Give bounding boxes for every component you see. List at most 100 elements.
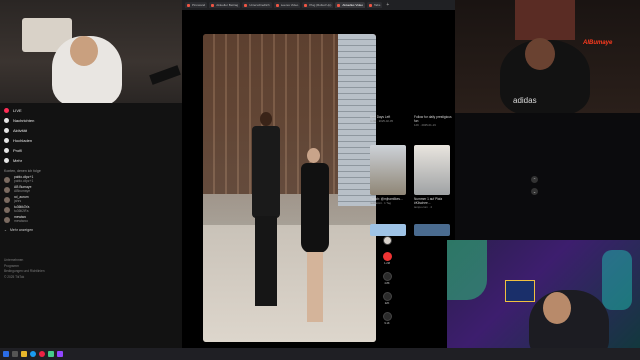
more-icon <box>4 157 9 163</box>
browser-tab[interactable]: Tabs <box>366 2 383 8</box>
webcam-top-left <box>0 0 182 103</box>
scroll-up-button[interactable]: ⌃ <box>531 176 538 183</box>
suggestion-meta: 4.2M · 2025-02-05 <box>370 119 394 123</box>
footer-link[interactable]: Bedingungen und Richtlinien <box>4 269 45 275</box>
favicon-icon <box>368 3 372 7</box>
taskbar <box>0 348 640 360</box>
browser-tab[interactable]: Pinnwand <box>185 2 208 8</box>
folder-icon[interactable] <box>21 351 27 357</box>
upload-icon <box>4 137 9 143</box>
action-count: 9.1K <box>384 322 390 325</box>
suggestion-item[interactable]: Und Days Left 4.2M · 2025-02-05 <box>370 115 408 123</box>
new-tab-button[interactable]: + <box>386 2 389 8</box>
twitch-icon[interactable] <box>57 351 63 357</box>
nav-list: LIVE Nachrichten Aktivität Hochladen Profil M… <box>0 103 182 165</box>
following-item[interactable]: xd_aurum jahrs <box>0 195 182 205</box>
avatar <box>4 177 10 183</box>
browser-tab[interactable]: Unterschiedlich <box>242 2 272 8</box>
following-handle: pablo.clipz+1 <box>14 179 34 183</box>
tab-label: Aktueller Beitrag <box>216 3 239 7</box>
scroll-down-button[interactable]: ⌄ <box>531 188 538 195</box>
monitor <box>505 280 535 302</box>
nav-item-profil[interactable]: Profil <box>0 145 182 155</box>
following-list: pablo.clipz+1 pablo.clipz+1 AB Bumaye ABbum… <box>0 175 182 225</box>
nav-item-live[interactable]: LIVE <box>0 105 182 115</box>
browser-tab[interactable]: Leeres Video <box>273 2 301 8</box>
search-icon[interactable] <box>12 351 18 357</box>
video-player[interactable] <box>203 34 376 342</box>
tab-label: Pinnwand <box>192 3 206 7</box>
avatar <box>4 197 10 203</box>
suggestion-thumbnail[interactable] <box>414 145 450 195</box>
suggestion-item[interactable]: Twitch: @mjhamllkes... nekitsimit · 1 Ta… <box>370 197 408 205</box>
nav-item-hochladen[interactable]: Hochladen <box>0 135 182 145</box>
edge-icon[interactable] <box>30 351 36 357</box>
browser-tab[interactable]: Aktuelles Video <box>335 2 365 8</box>
message-icon <box>4 117 9 123</box>
scroll-arrows: ⌃ ⌄ <box>531 176 538 195</box>
video-man <box>246 112 286 312</box>
nav-label: Hochladen <box>13 137 33 143</box>
following-handle: ABbumaye <box>14 189 31 193</box>
suggestion-thumbnail[interactable] <box>370 224 406 236</box>
nav-item-aktivität[interactable]: Aktivität <box>0 125 182 135</box>
footer-links: Unternehmen Programm Bedingungen und Richt… <box>4 258 45 280</box>
favicon-icon <box>304 3 308 7</box>
bell-icon <box>4 127 9 133</box>
following-item[interactable]: mewtwo mewtwoo <box>0 215 182 225</box>
footer-link[interactable]: © 2025 TikTok <box>4 275 45 281</box>
avatar <box>4 187 10 193</box>
start-icon[interactable] <box>3 351 9 357</box>
suggestion-title: Follow for daily prestigious fun <box>414 115 452 123</box>
favicon-icon <box>244 3 248 7</box>
favicon-icon <box>337 3 341 7</box>
nav-item-nachrichten[interactable]: Nachrichten <box>0 115 182 125</box>
comment-button[interactable] <box>382 272 392 281</box>
chrome-icon[interactable] <box>39 351 45 357</box>
streamer-left-face <box>70 36 98 66</box>
suggestion-meta: 12K · 2025-01-19 <box>414 123 436 127</box>
nav-label: LIVE <box>13 107 22 113</box>
tab-label: Tabs <box>373 3 381 7</box>
webcam-bottom-right <box>447 240 640 360</box>
poster <box>515 0 575 40</box>
nav-label: Nachrichten <box>13 117 35 123</box>
creator-avatar[interactable] <box>382 236 392 245</box>
webcam-top-right: adidas <box>455 0 640 113</box>
favicon-icon <box>211 3 215 7</box>
following-item[interactable]: AB Bumaye ABbumaye <box>0 185 182 195</box>
share-button[interactable] <box>382 312 392 321</box>
suggestion-thumbnail[interactable] <box>414 224 450 236</box>
brand-logo: AlBumaye <box>583 40 613 46</box>
following-handle: jahrs <box>14 199 22 203</box>
suggestion-item[interactable]: Nummer 1 auf Platz #Klischee... tempo.co… <box>414 197 452 209</box>
browser-tab[interactable]: Plug (Rolled Up) <box>302 2 334 8</box>
streamer-bottom-face <box>543 292 571 324</box>
tab-label: Plug (Rolled Up) <box>309 3 332 7</box>
following-handle: tu36ti2iFa <box>14 209 29 213</box>
show-more-label: Mehr anzeigen <box>9 227 34 232</box>
nav-label: Mehr <box>13 157 23 163</box>
nav-label: Aktivität <box>13 127 28 133</box>
suggestion-item[interactable]: Follow for daily prestigious fun 12K · 2… <box>414 115 452 127</box>
video-woman <box>295 148 335 328</box>
following-item[interactable]: tu36tik3Ya tu36ti2iFa <box>0 205 182 215</box>
browser-tab[interactable]: Aktueller Beitrag <box>209 2 241 8</box>
action-count: 22K <box>384 302 390 305</box>
following-item[interactable]: pablo.clipz+1 pablo.clipz+1 <box>0 175 182 185</box>
like-button[interactable] <box>382 252 392 261</box>
app-icon[interactable] <box>48 351 54 357</box>
chevron-down-icon: ⌄ <box>4 227 7 232</box>
suggestion-thumbnail[interactable] <box>370 145 406 195</box>
video-ground <box>203 224 376 342</box>
nav-item-mehr[interactable]: Mehr <box>0 155 182 165</box>
favicon-icon <box>187 3 190 7</box>
avatar <box>4 217 10 223</box>
following-handle: mewtwoo <box>14 219 28 223</box>
shirt-logo: adidas <box>513 96 537 105</box>
tab-label: Unterschiedlich <box>249 3 270 7</box>
suggestion-title: Nummer 1 auf Platz #Klischee... <box>414 197 443 205</box>
avatar <box>4 207 10 213</box>
bookmark-button[interactable] <box>382 292 392 301</box>
show-more-button[interactable]: ⌄ Mehr anzeigen <box>0 225 182 234</box>
